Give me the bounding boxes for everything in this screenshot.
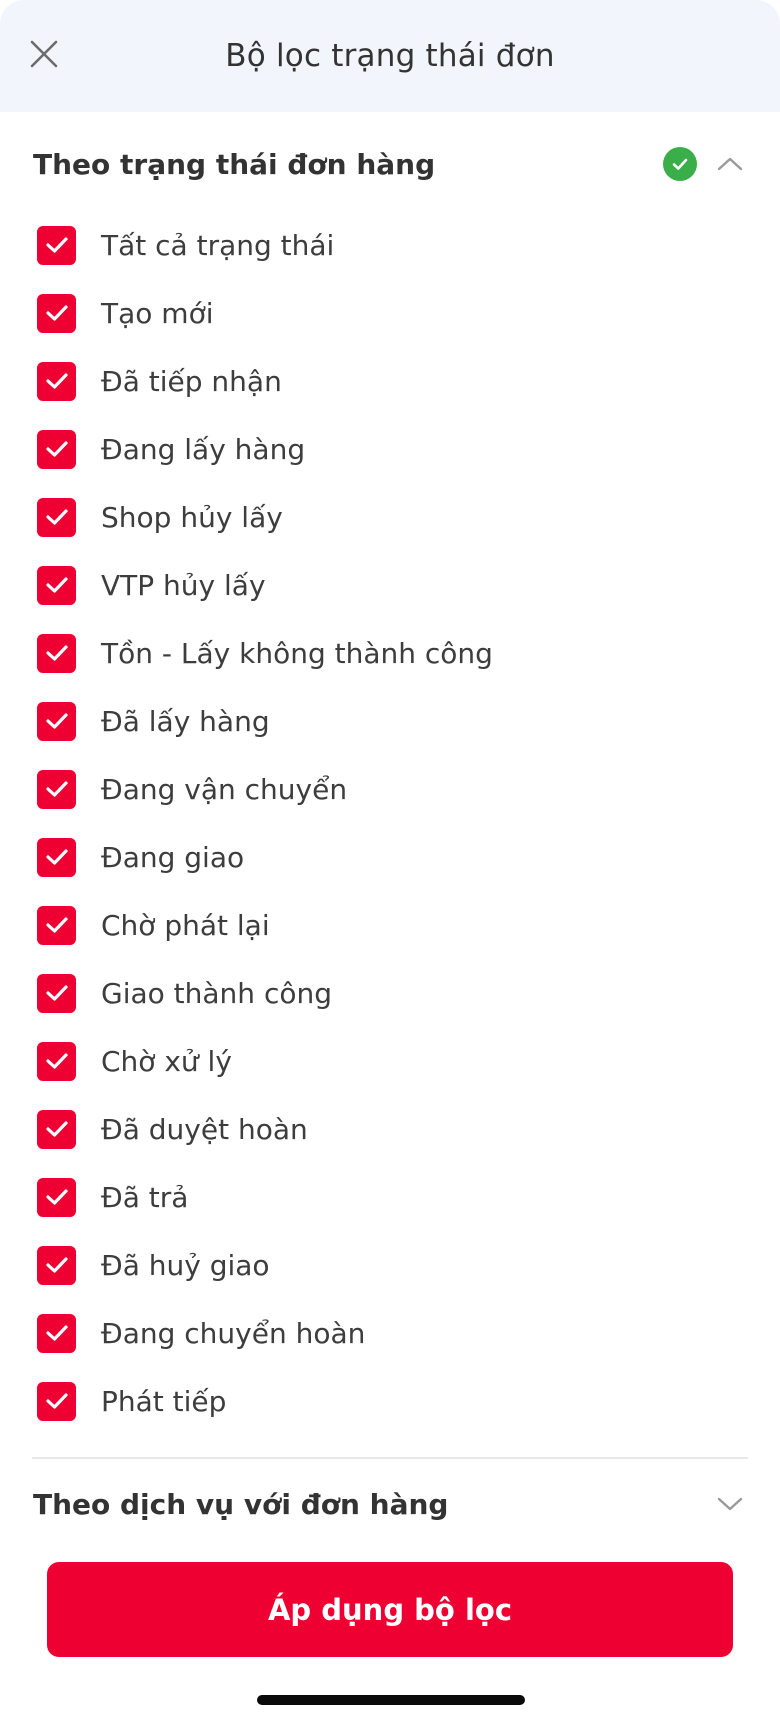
status-checkbox-label: Đã trả [101,1180,189,1214]
status-checkbox-label: Phát tiếp [101,1384,227,1418]
status-checkbox-item[interactable]: Tạo mới [0,279,780,347]
status-checkbox-label: Đang lấy hàng [101,432,306,466]
status-checkbox-label: Đang vận chuyển [101,772,348,806]
status-checkbox-label: Chờ phát lại [101,908,270,942]
status-checkbox-item[interactable]: Đã duyệt hoàn [0,1095,780,1163]
status-list: Tất cả trạng thái Tạo mới Đã tiếp nhận Đang… [0,211,780,1435]
status-section-header[interactable]: Theo trạng thái đơn hàng [33,112,747,216]
status-checkbox-label: Shop hủy lấy [101,500,283,534]
status-checkbox-item[interactable]: Shop hủy lấy [0,483,780,551]
checkbox-checked-icon[interactable] [37,225,76,265]
status-checkbox-label: Tất cả trạng thái [101,228,335,262]
status-checkbox-item[interactable]: Phát tiếp [0,1367,780,1435]
checkbox-checked-icon[interactable] [37,1381,76,1421]
checkbox-checked-icon[interactable] [37,497,76,537]
status-checkbox-label: VTP hủy lấy [101,568,266,602]
close-icon [29,39,59,73]
checkbox-checked-icon[interactable] [37,293,76,333]
checkbox-checked-icon[interactable] [37,361,76,401]
status-checkbox-label: Đang giao [101,840,245,874]
close-button[interactable] [26,34,62,78]
status-checkbox-item[interactable]: Chờ xử lý [0,1027,780,1095]
checkbox-checked-icon[interactable] [37,1245,76,1285]
checkbox-checked-icon[interactable] [37,429,76,469]
checkbox-checked-icon[interactable] [37,1313,76,1353]
chevron-up-icon[interactable] [713,147,747,181]
status-checkbox-label: Đã duyệt hoàn [101,1112,308,1146]
status-checkbox-item[interactable]: Đã lấy hàng [0,687,780,755]
sheet-header: Bộ lọc trạng thái đơn [0,0,780,112]
check-circle-icon [663,147,697,181]
status-section-title: Theo trạng thái đơn hàng [33,147,436,181]
checkbox-checked-icon[interactable] [37,1109,76,1149]
status-checkbox-item[interactable]: Tất cả trạng thái [0,211,780,279]
status-checkbox-label: Đã huỷ giao [101,1248,270,1282]
status-checkbox-item[interactable]: Đang lấy hàng [0,415,780,483]
checkbox-checked-icon[interactable] [37,565,76,605]
page-title: Bộ lọc trạng thái đơn [225,38,555,74]
status-checkbox-item[interactable]: Đã tiếp nhận [0,347,780,415]
status-checkbox-item[interactable]: VTP hủy lấy [0,551,780,619]
home-indicator [257,1695,525,1705]
checkbox-checked-icon[interactable] [37,837,76,877]
status-checkbox-item[interactable]: Đang vận chuyển [0,755,780,823]
apply-filter-button[interactable]: Áp dụng bộ lọc [47,1562,733,1657]
status-checkbox-label: Đã lấy hàng [101,704,270,738]
checkbox-checked-icon[interactable] [37,769,76,809]
checkbox-checked-icon[interactable] [37,633,76,673]
status-checkbox-label: Tạo mới [101,296,214,330]
status-checkbox-item[interactable]: Đang chuyển hoàn [0,1299,780,1367]
status-checkbox-item[interactable]: Đã trả [0,1163,780,1231]
service-section-title: Theo dịch vụ với đơn hàng [33,1487,449,1521]
checkbox-checked-icon[interactable] [37,973,76,1013]
status-checkbox-item[interactable]: Đang giao [0,823,780,891]
status-checkbox-label: Tồn - Lấy không thành công [101,636,493,670]
status-checkbox-item[interactable]: Giao thành công [0,959,780,1027]
service-section-header[interactable]: Theo dịch vụ với đơn hàng [33,1459,747,1549]
status-checkbox-item[interactable]: Chờ phát lại [0,891,780,959]
checkbox-checked-icon[interactable] [37,701,76,741]
status-checkbox-label: Giao thành công [101,976,332,1010]
checkbox-checked-icon[interactable] [37,1177,76,1217]
status-checkbox-item[interactable]: Đã huỷ giao [0,1231,780,1299]
status-checkbox-label: Chờ xử lý [101,1044,232,1078]
checkbox-checked-icon[interactable] [37,905,76,945]
status-checkbox-item[interactable]: Tồn - Lấy không thành công [0,619,780,687]
status-checkbox-label: Đã tiếp nhận [101,364,282,398]
checkbox-checked-icon[interactable] [37,1041,76,1081]
filter-sheet: Bộ lọc trạng thái đơn Theo trạng thái đơ… [0,0,780,1724]
apply-filter-label: Áp dụng bộ lọc [267,1592,513,1627]
chevron-down-icon[interactable] [713,1487,747,1521]
status-checkbox-label: Đang chuyển hoàn [101,1316,366,1350]
